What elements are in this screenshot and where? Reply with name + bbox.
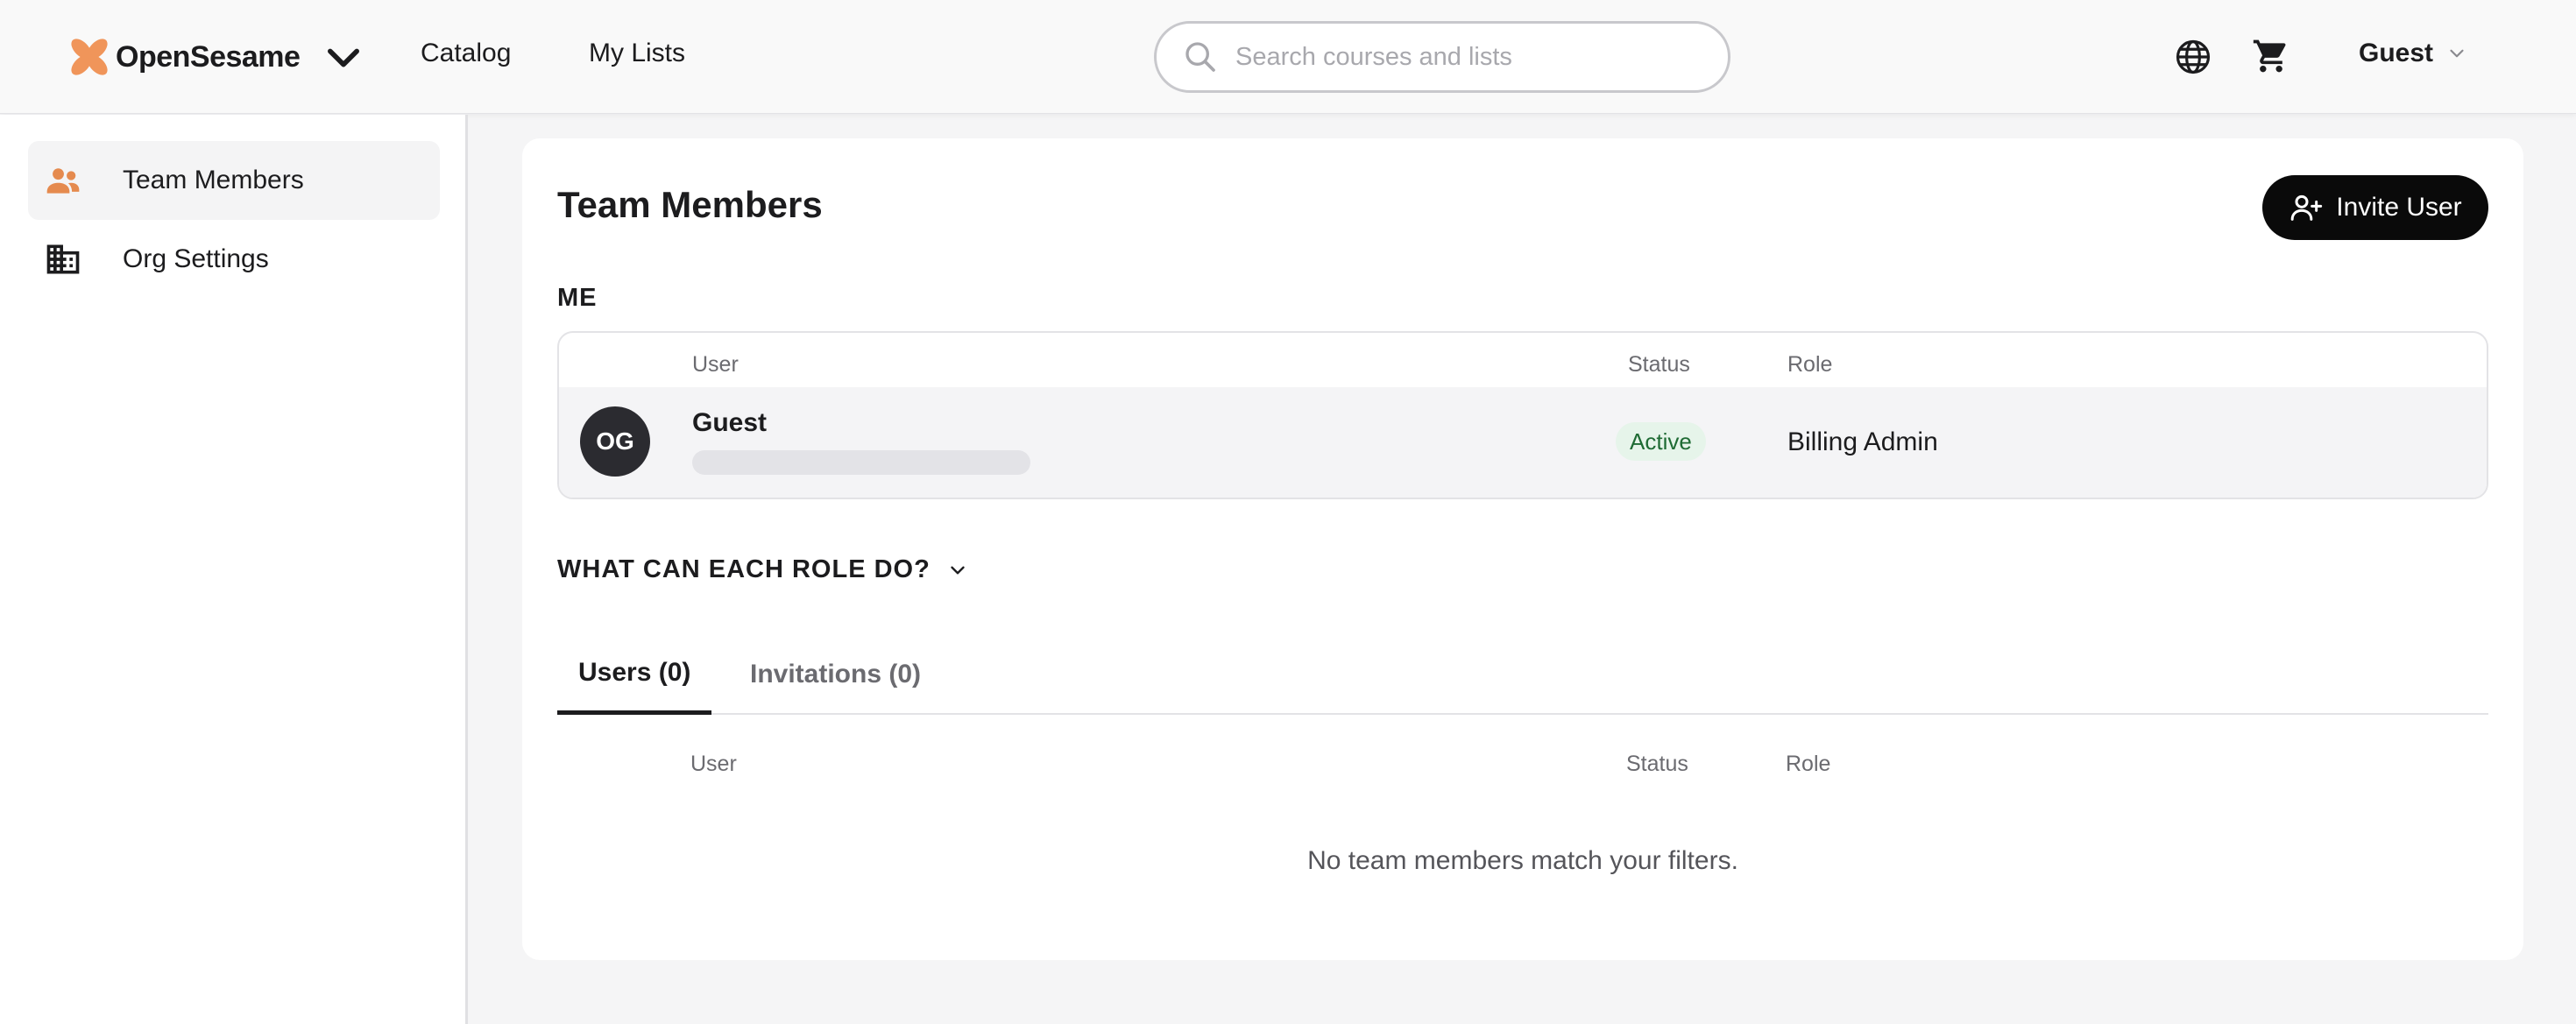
user-name: Guest [692, 408, 768, 437]
roles-info-toggle[interactable]: WHAT CAN EACH ROLE DO? [557, 555, 969, 584]
people-icon [46, 168, 80, 194]
column-header-user: User [692, 352, 739, 377]
avatar: OG [580, 406, 650, 477]
opensesame-logo-icon [71, 39, 108, 75]
sidebar-item-label: Org Settings [123, 244, 269, 273]
brand-name: OpenSesame [116, 39, 301, 74]
chevron-down-icon [951, 566, 965, 574]
member-tabs: Users (0) Invitations (0) [557, 634, 2488, 715]
nav-catalog-link[interactable]: Catalog [421, 39, 511, 68]
sidebar-item-team-members[interactable]: Team Members [28, 141, 440, 220]
role-text: Billing Admin [1787, 427, 1938, 456]
column-header-status: Status [1628, 352, 1690, 377]
table-row[interactable]: OG Guest Active Billing Admin [559, 387, 2487, 498]
members-list-header: User Status Role [557, 752, 2488, 787]
roles-info-label: WHAT CAN EACH ROLE DO? [557, 555, 931, 583]
user-menu-label: Guest [2359, 39, 2434, 67]
nav-my-lists-link[interactable]: My Lists [589, 39, 685, 68]
search-input[interactable] [1235, 42, 1691, 72]
email-placeholder-bar [692, 450, 1030, 475]
sidebar: Team Members Org Settings [0, 115, 468, 1024]
column-header-role: Role [1786, 752, 1831, 776]
add-user-icon [2290, 194, 2323, 221]
me-section-heading: ME [557, 284, 598, 312]
tab-users[interactable]: Users (0) [557, 634, 712, 715]
brand-logo[interactable]: OpenSesame [67, 33, 366, 81]
column-header-user: User [690, 752, 737, 776]
search-icon [1185, 42, 1215, 72]
globe-icon[interactable] [2175, 39, 2212, 75]
invite-user-button[interactable]: Invite User [2262, 175, 2488, 240]
user-menu[interactable]: Guest [2359, 39, 2468, 68]
chevron-down-icon [2450, 49, 2464, 58]
sidebar-item-org-settings[interactable]: Org Settings [28, 220, 440, 299]
top-header: OpenSesame Catalog My Lists Guest [0, 0, 2576, 114]
building-icon [46, 244, 80, 274]
me-table: User Status Role OG Guest Active Billing… [557, 331, 2488, 499]
chevron-down-icon[interactable] [321, 34, 366, 80]
cart-icon[interactable] [2252, 37, 2290, 75]
status-badge: Active [1616, 422, 1706, 461]
team-members-card: Team Members Invite User ME User Status … [522, 138, 2523, 960]
sidebar-item-label: Team Members [123, 166, 304, 194]
page-title: Team Members [557, 184, 823, 225]
empty-state-message: No team members match your filters. [1307, 846, 1738, 875]
column-header-role: Role [1787, 352, 1833, 377]
tab-invitations[interactable]: Invitations (0) [729, 634, 942, 715]
column-header-status: Status [1626, 752, 1688, 776]
search-box[interactable] [1154, 21, 1730, 93]
invite-user-label: Invite User [2336, 193, 2462, 222]
